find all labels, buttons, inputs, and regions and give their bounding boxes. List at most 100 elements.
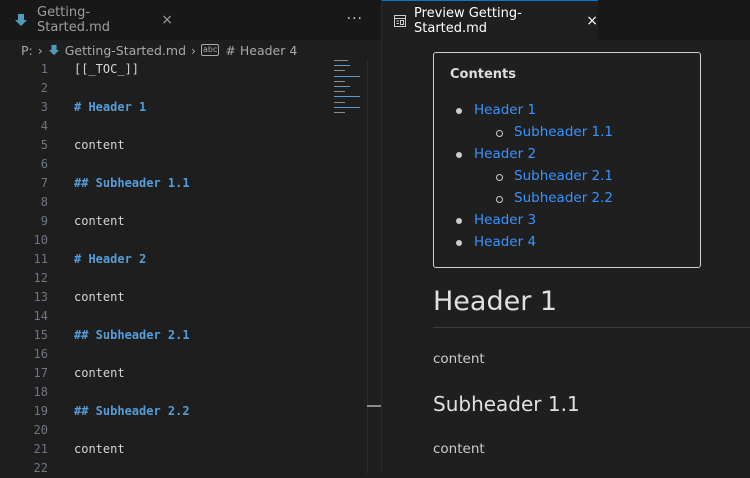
code-line[interactable]: 20 [0, 421, 367, 440]
table-of-contents: Contents Header 1 Subheader 1.1 Header 2 Su… [433, 52, 701, 268]
code-line[interactable]: 2 [0, 79, 367, 98]
chevron-right-icon: › [191, 42, 197, 58]
code-line[interactable]: 4 [0, 117, 367, 136]
bullet-icon [456, 108, 462, 114]
code-line[interactable]: 18 [0, 383, 367, 402]
code-line[interactable]: 15 ## Subheader 2.1 [0, 326, 367, 345]
tab-preview-getting-started-md[interactable]: Preview Getting-Started.md × [382, 0, 598, 40]
preview-icon [393, 14, 407, 28]
line-number: 3 [40, 100, 48, 114]
line-number: 9 [40, 214, 48, 228]
code-line[interactable]: 12 [0, 269, 367, 288]
line-number: 15 [33, 328, 48, 342]
toc-link[interactable]: Header 4 [474, 234, 536, 250]
close-icon[interactable]: × [586, 13, 598, 29]
code-text: ## Subheader 2.1 [74, 328, 190, 342]
hollow-bullet-icon [496, 174, 503, 181]
more-actions-icon[interactable]: ··· [347, 11, 363, 27]
line-number: 8 [40, 195, 48, 209]
code-line[interactable]: 1 [[_TOC_]] [0, 60, 367, 79]
line-number: 12 [33, 271, 48, 285]
line-number: 16 [33, 347, 48, 361]
code-line[interactable]: 11 # Header 2 [0, 250, 367, 269]
line-number: 21 [33, 442, 48, 456]
line-number: 1 [40, 62, 48, 76]
vertical-scrollbar[interactable] [367, 60, 381, 474]
code-line[interactable]: 13 content [0, 288, 367, 307]
code-line[interactable]: 6 [0, 155, 367, 174]
hollow-bullet-icon [496, 130, 503, 137]
code-line[interactable]: 16 [0, 345, 367, 364]
preview-group: Preview Getting-Started.md × Contents He… [382, 0, 750, 474]
preview-paragraph: content [433, 351, 485, 367]
scrollbar-thumb[interactable] [367, 405, 381, 407]
code-text: content [74, 214, 125, 228]
markdown-preview: Contents Header 1 Subheader 1.1 Header 2 Su… [382, 40, 750, 474]
toc-title: Contents [450, 67, 516, 82]
editor-group: Getting-Started.md × ··· P: › Getting-St… [0, 0, 381, 475]
line-number: 18 [33, 385, 48, 399]
code-text: content [74, 290, 125, 304]
code-line[interactable]: 7 ## Subheader 1.1 [0, 174, 367, 193]
code-text: # Header 1 [74, 100, 147, 114]
markdown-file-icon [14, 13, 28, 27]
code-line[interactable]: 21 content [0, 440, 367, 459]
line-number: 4 [40, 119, 48, 133]
bullet-icon [456, 218, 462, 224]
code-editor[interactable]: 1 [[_TOC_]] 2 3 # Header 1 4 5 content 6 7 ## Subh… [0, 60, 381, 475]
line-number: 22 [33, 461, 48, 475]
preview-heading-1: Header 1 [433, 286, 558, 317]
code-line[interactable]: 19 ## Subheader 2.2 [0, 402, 367, 421]
hollow-bullet-icon [496, 196, 503, 203]
toc-link[interactable]: Header 1 [474, 102, 536, 118]
bullet-icon [456, 152, 462, 158]
code-line[interactable]: 17 content [0, 364, 367, 383]
breadcrumb-symbol[interactable]: # Header 4 [225, 43, 297, 58]
line-number: 20 [33, 423, 48, 437]
code-text: content [74, 442, 125, 456]
toc-link[interactable]: Subheader 1.1 [514, 124, 613, 140]
code-line[interactable]: 8 [0, 193, 367, 212]
toc-link[interactable]: Header 3 [474, 212, 536, 228]
code-text: [[_TOC_]] [74, 62, 140, 76]
editor-tab-bar: Getting-Started.md × ··· [0, 0, 381, 40]
bullet-icon [456, 240, 462, 246]
breadcrumb-drive[interactable]: P: [21, 43, 33, 58]
code-text: content [74, 366, 125, 380]
code-line[interactable]: 3 # Header 1 [0, 98, 367, 117]
code-text: ## Subheader 1.1 [74, 176, 190, 190]
string-symbol-icon: abc [201, 44, 220, 56]
code-text: ## Subheader 2.2 [74, 404, 190, 418]
preview-tab-bar: Preview Getting-Started.md × [382, 0, 750, 40]
code-text: # Header 2 [74, 252, 147, 266]
code-line[interactable]: 9 content [0, 212, 367, 231]
tab-getting-started-md[interactable]: Getting-Started.md × [0, 0, 173, 40]
breadcrumb: P: › Getting-Started.md › abc # Header 4 [0, 40, 381, 60]
toc-link[interactable]: Subheader 2.2 [514, 190, 613, 206]
heading-divider [433, 327, 750, 328]
line-number: 6 [40, 157, 48, 171]
line-number: 7 [40, 176, 48, 190]
toc-link[interactable]: Header 2 [474, 146, 536, 162]
code-line[interactable]: 10 [0, 231, 367, 250]
code-line[interactable]: 14 [0, 307, 367, 326]
line-number: 5 [40, 138, 48, 152]
close-icon[interactable]: × [161, 12, 173, 28]
tab-label: Getting-Started.md [37, 5, 111, 35]
breadcrumb-file[interactable]: Getting-Started.md [65, 43, 186, 58]
markdown-file-icon [48, 44, 60, 56]
line-number: 14 [33, 309, 48, 323]
line-number: 2 [40, 81, 48, 95]
line-number: 17 [33, 366, 48, 380]
toc-link[interactable]: Subheader 2.1 [514, 168, 613, 184]
preview-heading-2: Subheader 1.1 [433, 392, 580, 416]
preview-paragraph: content [433, 441, 485, 457]
code-line[interactable]: 22 [0, 459, 367, 478]
tab-label: Preview Getting-Started.md [414, 5, 522, 36]
code-line[interactable]: 5 content [0, 136, 367, 155]
code-text: content [74, 138, 125, 152]
line-number: 10 [33, 233, 48, 247]
line-number: 11 [33, 252, 48, 266]
chevron-right-icon: › [37, 42, 43, 58]
line-number: 13 [33, 290, 48, 304]
